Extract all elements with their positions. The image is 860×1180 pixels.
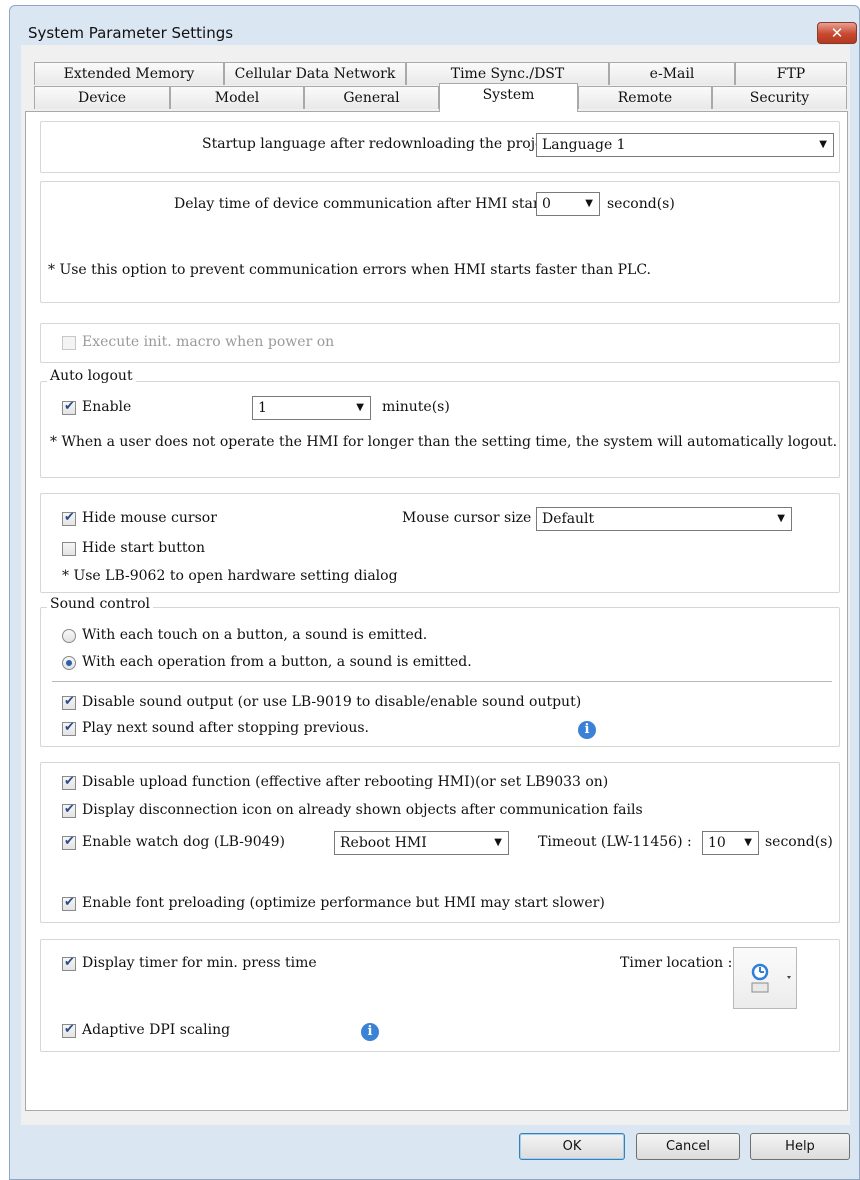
disable-upload-checkbox[interactable] [62, 774, 76, 790]
delay-time-value: 0 [542, 196, 551, 212]
mouse-cursor-size-select[interactable]: Default ▼ [536, 507, 792, 531]
display-disconnection-label: Display disconnection icon on already sh… [82, 802, 643, 818]
adaptive-dpi-checkbox[interactable] [62, 1022, 76, 1038]
sound-control-legend: Sound control [47, 596, 153, 612]
hide-start-button-label: Hide start button [82, 540, 205, 556]
sound-operation-label: With each operation from a button, a sou… [82, 654, 472, 670]
mouse-cursor-size-label: Mouse cursor size : [402, 510, 541, 526]
chevron-down-icon: ▼ [585, 198, 593, 209]
disable-sound-checkbox[interactable] [62, 694, 76, 710]
startup-language-label: Startup language after redownloading the… [202, 136, 566, 152]
timer-location-label: Timer location : [620, 955, 733, 971]
mouse-cursor-size-value: Default [542, 511, 595, 527]
help-button[interactable]: Help [750, 1133, 850, 1160]
timer-location-picker[interactable] [733, 947, 797, 1009]
auto-logout-enable-checkbox[interactable] [62, 399, 76, 415]
auto-logout-minutes-value: 1 [258, 400, 267, 416]
timeout-unit: second(s) [765, 834, 833, 850]
play-next-sound-checkbox[interactable] [62, 720, 76, 736]
delay-time-note: * Use this option to prevent communicati… [48, 262, 651, 278]
hide-mouse-cursor-checkbox[interactable] [62, 510, 76, 526]
hardware-setting-note: * Use LB-9062 to open hardware setting d… [62, 568, 398, 584]
disable-sound-label: Disable sound output (or use LB-9019 to … [82, 694, 582, 710]
ok-button[interactable]: OK [519, 1133, 625, 1160]
delay-time-label: Delay time of device communication after… [174, 196, 562, 212]
display-timer-checkbox[interactable] [62, 955, 76, 971]
auto-logout-note: * When a user does not operate the HMI f… [50, 434, 838, 450]
sound-touch-radio[interactable] [62, 629, 76, 643]
watch-dog-action-select[interactable]: Reboot HMI ▼ [334, 831, 509, 855]
init-macro-checkbox[interactable] [62, 336, 76, 350]
timeout-label: Timeout (LW-11456) : [538, 834, 692, 850]
init-macro-label: Execute init. macro when power on [82, 334, 335, 350]
auto-logout-minutes-select[interactable]: 1 ▼ [252, 396, 371, 420]
watch-dog-checkbox[interactable] [62, 834, 76, 850]
chevron-down-icon: ▼ [494, 837, 502, 848]
auto-logout-enable-label: Enable [82, 399, 132, 415]
delay-time-select[interactable]: 0 ▼ [536, 192, 600, 216]
watch-dog-label: Enable watch dog (LB-9049) [82, 834, 285, 850]
sound-touch-label: With each touch on a button, a sound is … [82, 627, 428, 643]
chevron-down-icon: ▼ [819, 139, 827, 150]
display-disconnection-checkbox[interactable] [62, 802, 76, 818]
info-icon[interactable]: i [578, 721, 596, 739]
disable-upload-label: Disable upload function (effective after… [82, 774, 609, 790]
auto-logout-group [40, 381, 840, 478]
auto-logout-legend: Auto logout [47, 368, 136, 384]
play-next-sound-label: Play next sound after stopping previous. [82, 720, 369, 736]
timeout-select[interactable]: 10 ▼ [702, 831, 759, 855]
cancel-button[interactable]: Cancel [636, 1133, 740, 1160]
display-timer-label: Display timer for min. press time [82, 955, 317, 971]
adaptive-dpi-label: Adaptive DPI scaling [82, 1022, 231, 1038]
hide-start-button-checkbox[interactable] [62, 542, 76, 556]
chevron-down-icon: ▼ [744, 837, 752, 848]
auto-logout-unit: minute(s) [382, 399, 450, 415]
info-icon[interactable]: i [361, 1023, 379, 1041]
font-preloading-checkbox[interactable] [62, 895, 76, 911]
startup-language-value: Language 1 [542, 137, 626, 153]
watch-dog-action-value: Reboot HMI [340, 835, 427, 851]
font-preloading-label: Enable font preloading (optimize perform… [82, 895, 605, 911]
hide-mouse-cursor-label: Hide mouse cursor [82, 510, 217, 526]
startup-language-select[interactable]: Language 1 ▼ [536, 133, 834, 157]
delay-time-unit: second(s) [607, 196, 675, 212]
timeout-value: 10 [708, 835, 726, 851]
sound-divider [52, 681, 832, 682]
chevron-down-icon: ▼ [777, 513, 785, 524]
timer-location-icon [751, 963, 791, 993]
chevron-down-icon: ▼ [356, 402, 364, 413]
sound-operation-radio[interactable] [62, 656, 76, 670]
